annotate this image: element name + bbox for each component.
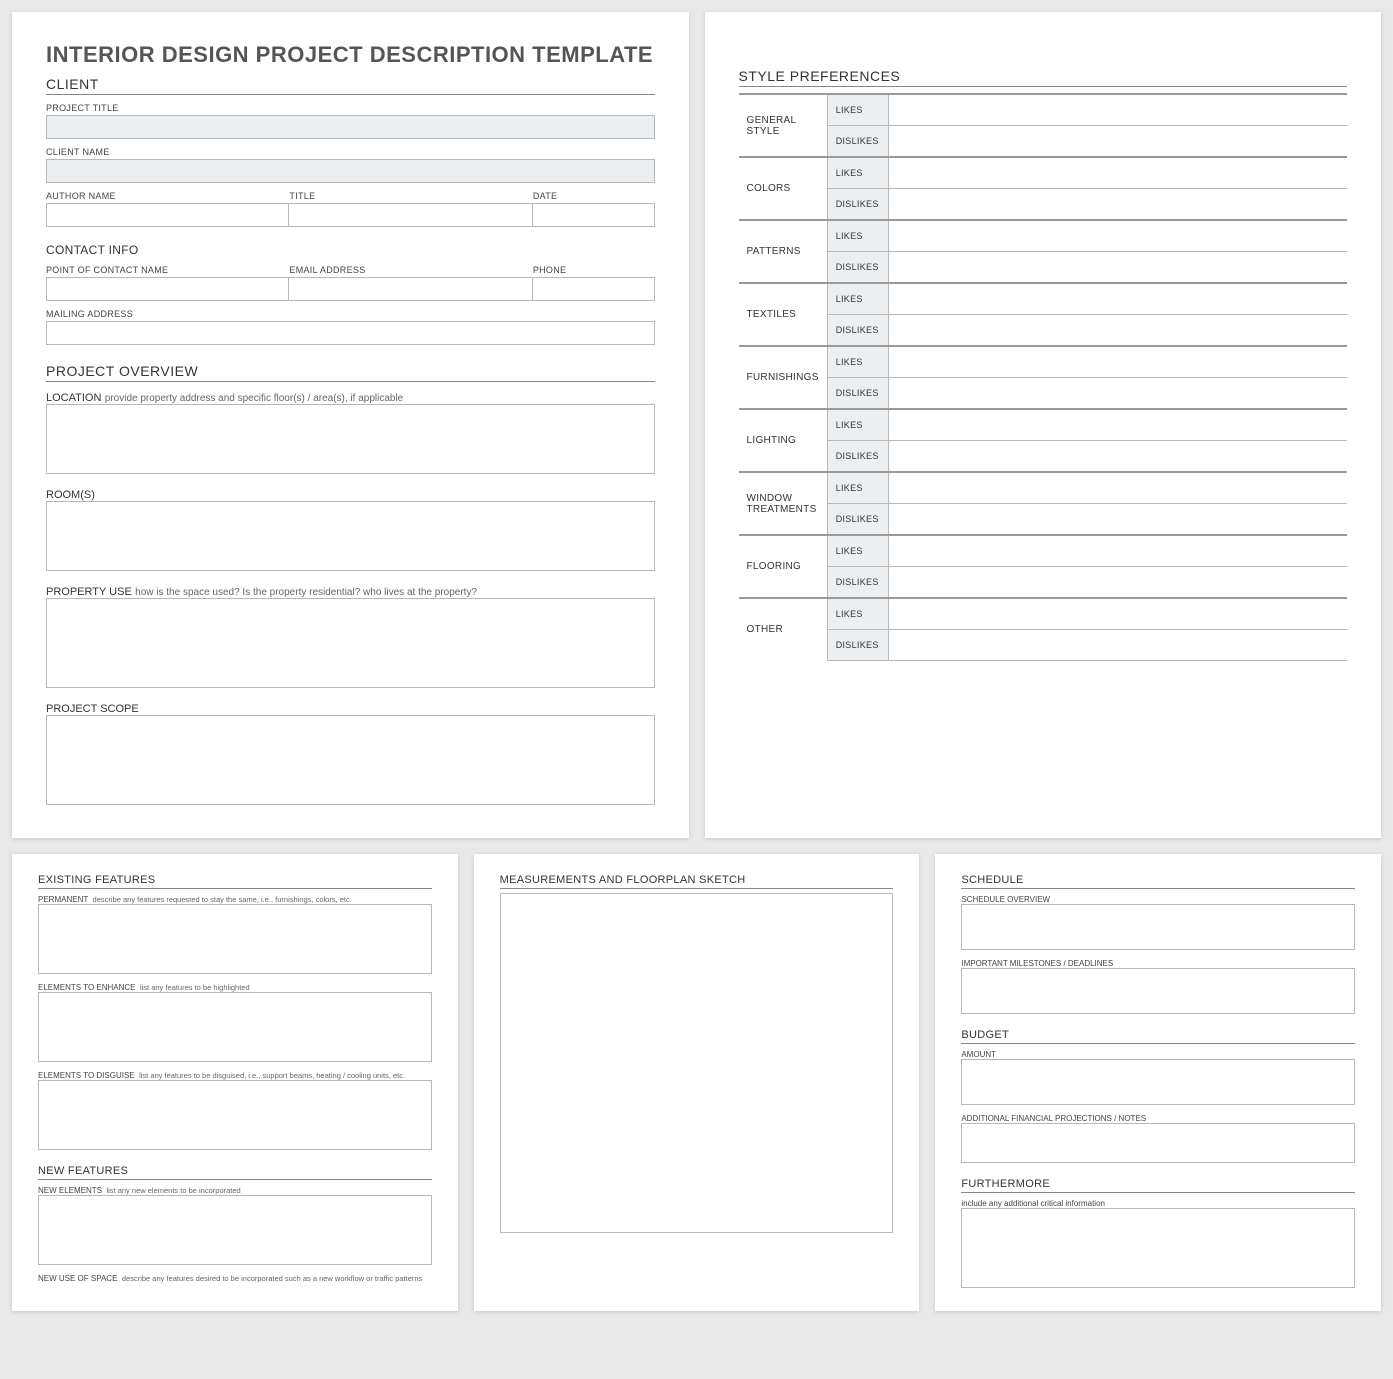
schedule-heading: SCHEDULE — [961, 874, 1355, 889]
likes-label: LIKES — [827, 94, 888, 126]
new-elements-input[interactable] — [38, 1195, 432, 1265]
page-measurements: MEASUREMENTS AND FLOORPLAN SKETCH — [474, 854, 920, 1311]
schedule-overview-input[interactable] — [961, 904, 1355, 950]
textiles-dislikes-cell[interactable] — [888, 315, 1347, 347]
furthermore-hint: include any additional critical informat… — [961, 1199, 1355, 1208]
style-cat-window: WINDOW TREATMENTS — [739, 472, 828, 535]
style-cat-furnishings: FURNISHINGS — [739, 346, 828, 409]
scope-input[interactable] — [46, 715, 655, 805]
date-label: DATE — [533, 191, 655, 201]
page-schedule-budget: SCHEDULE SCHEDULE OVERVIEW IMPORTANT MIL… — [935, 854, 1381, 1311]
location-hint: provide property address and specific fl… — [105, 393, 403, 404]
email-label: EMAIL ADDRESS — [289, 265, 532, 275]
author-title-label: TITLE — [289, 191, 532, 201]
general-dislikes-cell[interactable] — [888, 126, 1347, 158]
client-name-input[interactable] — [46, 159, 655, 183]
style-cat-lighting: LIGHTING — [739, 409, 828, 472]
date-input[interactable] — [533, 203, 655, 227]
new-elements-label: NEW ELEMENTS list any new elements to be… — [38, 1186, 432, 1195]
lighting-dislikes-cell[interactable] — [888, 441, 1347, 473]
patterns-likes-cell[interactable] — [888, 220, 1347, 252]
furthermore-heading: FURTHERMORE — [961, 1178, 1355, 1193]
patterns-dislikes-cell[interactable] — [888, 252, 1347, 284]
furnishings-dislikes-cell[interactable] — [888, 378, 1347, 410]
property-use-hint: how is the space used? Is the property r… — [135, 587, 477, 598]
financial-notes-label: ADDITIONAL FINANCIAL PROJECTIONS / NOTES — [961, 1114, 1355, 1123]
property-use-label: PROPERTY USE — [46, 586, 132, 598]
disguise-label: ELEMENTS TO DISGUISE list any features t… — [38, 1071, 432, 1080]
overview-heading: PROJECT OVERVIEW — [46, 363, 655, 382]
page-existing-features: EXISTING FEATURES PERMANENT describe any… — [12, 854, 458, 1311]
project-title-label: PROJECT TITLE — [46, 103, 655, 113]
poc-input[interactable] — [46, 277, 289, 301]
phone-input[interactable] — [533, 277, 655, 301]
style-cat-textiles: TEXTILES — [739, 283, 828, 346]
style-cat-colors: COLORS — [739, 157, 828, 220]
other-dislikes-cell[interactable] — [888, 630, 1347, 661]
email-input[interactable] — [289, 277, 532, 301]
financial-notes-input[interactable] — [961, 1123, 1355, 1163]
style-pref-table: GENERAL STYLELIKES DISLIKES COLORSLIKES … — [739, 93, 1348, 661]
enhance-input[interactable] — [38, 992, 432, 1062]
flooring-dislikes-cell[interactable] — [888, 567, 1347, 599]
window-likes-cell[interactable] — [888, 472, 1347, 504]
other-likes-cell[interactable] — [888, 598, 1347, 630]
mailing-input[interactable] — [46, 321, 655, 345]
window-dislikes-cell[interactable] — [888, 504, 1347, 536]
poc-label: POINT OF CONTACT NAME — [46, 265, 289, 275]
dislikes-label: DISLIKES — [827, 126, 888, 158]
new-use-label: NEW USE OF SPACE describe any features d… — [38, 1274, 432, 1283]
amount-label: AMOUNT — [961, 1050, 1355, 1059]
furthermore-input[interactable] — [961, 1208, 1355, 1288]
floorplan-sketch-area[interactable] — [500, 893, 894, 1233]
mailing-label: MAILING ADDRESS — [46, 309, 655, 319]
existing-heading: EXISTING FEATURES — [38, 874, 432, 889]
phone-label: PHONE — [533, 265, 655, 275]
scope-label: PROJECT SCOPE — [46, 703, 139, 715]
budget-heading: BUDGET — [961, 1029, 1355, 1044]
style-cat-patterns: PATTERNS — [739, 220, 828, 283]
style-cat-other: OTHER — [739, 598, 828, 661]
style-cat-flooring: FLOORING — [739, 535, 828, 598]
author-name-input[interactable] — [46, 203, 289, 227]
page-client-overview: INTERIOR DESIGN PROJECT DESCRIPTION TEMP… — [12, 12, 689, 838]
contact-info-heading: CONTACT INFO — [46, 243, 655, 257]
style-cat-general: GENERAL STYLE — [739, 94, 828, 157]
rooms-label: ROOM(S) — [46, 489, 95, 501]
style-heading: STYLE PREFERENCES — [739, 68, 1348, 87]
measurements-heading: MEASUREMENTS AND FLOORPLAN SKETCH — [500, 874, 894, 889]
colors-dislikes-cell[interactable] — [888, 189, 1347, 221]
author-name-label: AUTHOR NAME — [46, 191, 289, 201]
document-title: INTERIOR DESIGN PROJECT DESCRIPTION TEMP… — [46, 42, 655, 68]
location-label: LOCATION — [46, 392, 101, 404]
client-name-label: CLIENT NAME — [46, 147, 655, 157]
milestones-label: IMPORTANT MILESTONES / DEADLINES — [961, 959, 1355, 968]
flooring-likes-cell[interactable] — [888, 535, 1347, 567]
amount-input[interactable] — [961, 1059, 1355, 1105]
lighting-likes-cell[interactable] — [888, 409, 1347, 441]
furnishings-likes-cell[interactable] — [888, 346, 1347, 378]
permanent-label: PERMANENT describe any features requeste… — [38, 895, 432, 904]
project-title-input[interactable] — [46, 115, 655, 139]
client-heading: CLIENT — [46, 76, 655, 95]
textiles-likes-cell[interactable] — [888, 283, 1347, 315]
location-input[interactable] — [46, 404, 655, 474]
enhance-label: ELEMENTS TO ENHANCE list any features to… — [38, 983, 432, 992]
disguise-input[interactable] — [38, 1080, 432, 1150]
page-style-preferences: STYLE PREFERENCES GENERAL STYLELIKES DIS… — [705, 12, 1382, 838]
milestones-input[interactable] — [961, 968, 1355, 1014]
rooms-input[interactable] — [46, 501, 655, 571]
author-title-input[interactable] — [289, 203, 532, 227]
schedule-overview-label: SCHEDULE OVERVIEW — [961, 895, 1355, 904]
new-features-heading: NEW FEATURES — [38, 1165, 432, 1180]
permanent-input[interactable] — [38, 904, 432, 974]
property-use-input[interactable] — [46, 598, 655, 688]
general-likes-cell[interactable] — [888, 94, 1347, 126]
colors-likes-cell[interactable] — [888, 157, 1347, 189]
